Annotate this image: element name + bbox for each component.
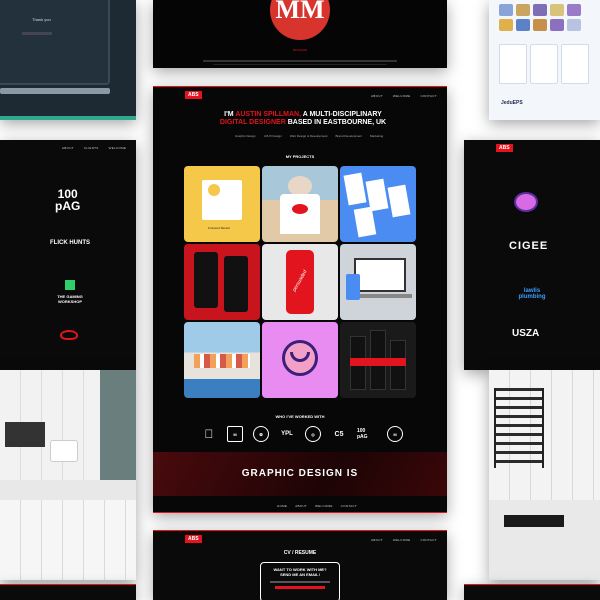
footer-nav-welcome[interactable]: WELCOME <box>315 504 333 508</box>
main-nav-welcome[interactable]: WELCOME <box>393 94 411 98</box>
client-100pag-logo: 100 pAG <box>55 187 81 213</box>
device-base <box>0 88 110 94</box>
right-bottom-edge-screenshot <box>464 584 600 600</box>
right-footer-label: JeduEPS <box>501 100 523 106</box>
client-gaming-workshop-logo: THE GAMING WORKSHOP <box>57 294 83 304</box>
worked-with-heading: WHO I'VE WORKED WITH <box>275 414 325 419</box>
project-tile-blue-screens[interactable] <box>340 166 416 242</box>
project-tile-phones-red[interactable] <box>184 244 260 320</box>
bottom-nav-item[interactable]: ABOUT <box>371 538 383 542</box>
client-lawlis-logo: lawlis plumbing <box>518 288 546 300</box>
client-flickhunts-logo: FLICK HUNTS <box>50 240 90 246</box>
left-bottom-edge-screenshot <box>0 584 136 600</box>
main-nav-contact[interactable]: CONTACT <box>420 94 436 98</box>
project-tile-tshirt[interactable] <box>262 166 338 242</box>
client-logo-icon: ◎ <box>305 426 321 442</box>
client-crab-icon <box>60 330 78 340</box>
footer-nav: HOME ABOUT WELCOME CONTACT <box>277 504 357 508</box>
monogram-text: MM <box>275 0 325 24</box>
main-nav: ABOUT WELCOME CONTACT <box>371 94 437 98</box>
skills-row: Graphic Design UI/UX Design Web Design &… <box>235 134 383 138</box>
black-basin <box>504 515 564 527</box>
c5-logo-icon: C5 <box>334 430 344 438</box>
skill-tag: Marketing <box>370 134 384 138</box>
frontend-mentor-label: Frontend Mentor <box>208 226 231 230</box>
banner-text: GRAPHIC DESIGN IS <box>241 468 359 479</box>
project-tile-laptop[interactable] <box>340 244 416 320</box>
bottom-nav: ABOUT WELCOME CONTACT <box>371 538 437 542</box>
main-portfolio-screenshot: ABS ABOUT WELCOME CONTACT I'M AUSTIN SPI… <box>153 86 447 513</box>
client-hug-icon <box>514 192 538 212</box>
vanity-unit <box>5 422 45 447</box>
top-center-screenshot: MM MONIQUE <box>153 0 447 68</box>
bottom-abs-logo[interactable]: ABS <box>185 535 202 543</box>
mm-logo-icon: M <box>387 426 403 442</box>
contact-card[interactable]: WANT TO WORK WITH ME? SEND ME AN EMAIL! <box>260 562 340 600</box>
left-nav-item[interactable]: ABOUT <box>62 146 74 150</box>
footer-nav-home[interactable]: HOME <box>277 504 287 508</box>
project-tile-seaside[interactable] <box>184 322 260 398</box>
client-cigee-logo: CIGEE <box>509 240 549 252</box>
right-top-screenshot: JeduEPS <box>489 0 600 120</box>
left-top-screenshot: Thank you <box>0 0 136 120</box>
left-nav-item[interactable]: WELCOME <box>109 146 127 150</box>
skill-tag: Graphic Design <box>235 134 256 138</box>
project-tile-hug-logo[interactable] <box>262 322 338 398</box>
device-frame: Thank you <box>0 0 110 85</box>
project-tile-frontend-mentor[interactable]: Frontend Mentor <box>184 166 260 242</box>
monogram-label: MONIQUE <box>292 48 308 52</box>
bottom-nav-item[interactable]: CONTACT <box>420 538 436 542</box>
cv-heading: CV / RESUME <box>283 550 317 556</box>
device-text: Thank you <box>32 17 51 22</box>
monogram-badge: MM <box>270 0 330 40</box>
bottom-nav-item[interactable]: WELCOME <box>393 538 411 542</box>
towel-radiator <box>494 388 544 468</box>
hero-headline: I'M AUSTIN SPILLMAN, A MULTI-DISCIPLINAR… <box>219 111 387 126</box>
project-tile-persuaded-phone[interactable]: persuaded <box>262 244 338 320</box>
client-usza-logo: USZA <box>512 328 540 339</box>
client-logo-icon: ❂ <box>253 426 269 442</box>
project-tile-bottles[interactable] <box>340 322 416 398</box>
right-clients-screenshot: ABS CIGEE lawlis plumbing USZA <box>464 140 600 370</box>
skill-tag: UI/UX Design <box>263 134 282 138</box>
client-gaming-workshop-icon <box>65 280 75 290</box>
left-nav: ABOUT CLIENTS WELCOME <box>62 146 126 150</box>
client-logo-icon: M <box>227 426 243 442</box>
toilet <box>50 440 78 462</box>
main-nav-about[interactable]: ABOUT <box>371 94 383 98</box>
skill-tag: Web Design & Development <box>289 134 328 138</box>
footer-nav-about[interactable]: ABOUT <box>295 504 307 508</box>
cta-line-2: SEND ME AN EMAIL! <box>280 572 320 577</box>
apple-logo-icon:  <box>201 426 217 442</box>
window <box>100 370 136 480</box>
right-bathroom-screenshot <box>489 370 600 580</box>
left-bathroom-screenshot <box>0 370 136 580</box>
projects-heading: MY PROJECTS <box>285 154 315 159</box>
graphic-design-banner: GRAPHIC DESIGN IS <box>153 452 447 496</box>
right-abs-logo[interactable]: ABS <box>496 144 513 152</box>
left-clients-screenshot: ABOUT CLIENTS WELCOME 100 pAG FLICK HUNTS… <box>0 140 136 370</box>
worked-with-logos:  M ❂ YPL ◎ C5 100 pAG M <box>201 426 403 442</box>
left-nav-item[interactable]: CLIENTS <box>84 146 99 150</box>
main-abs-logo[interactable]: ABS <box>185 91 202 99</box>
skill-tag: Brand Development <box>335 134 363 138</box>
bottom-center-screenshot: ABS ABOUT WELCOME CONTACT CV / RESUME WA… <box>153 530 447 600</box>
footer-nav-contact[interactable]: CONTACT <box>341 504 357 508</box>
100pag-logo-icon: 100 pAG <box>357 428 368 440</box>
ypl-logo-icon: YPL <box>281 431 293 437</box>
